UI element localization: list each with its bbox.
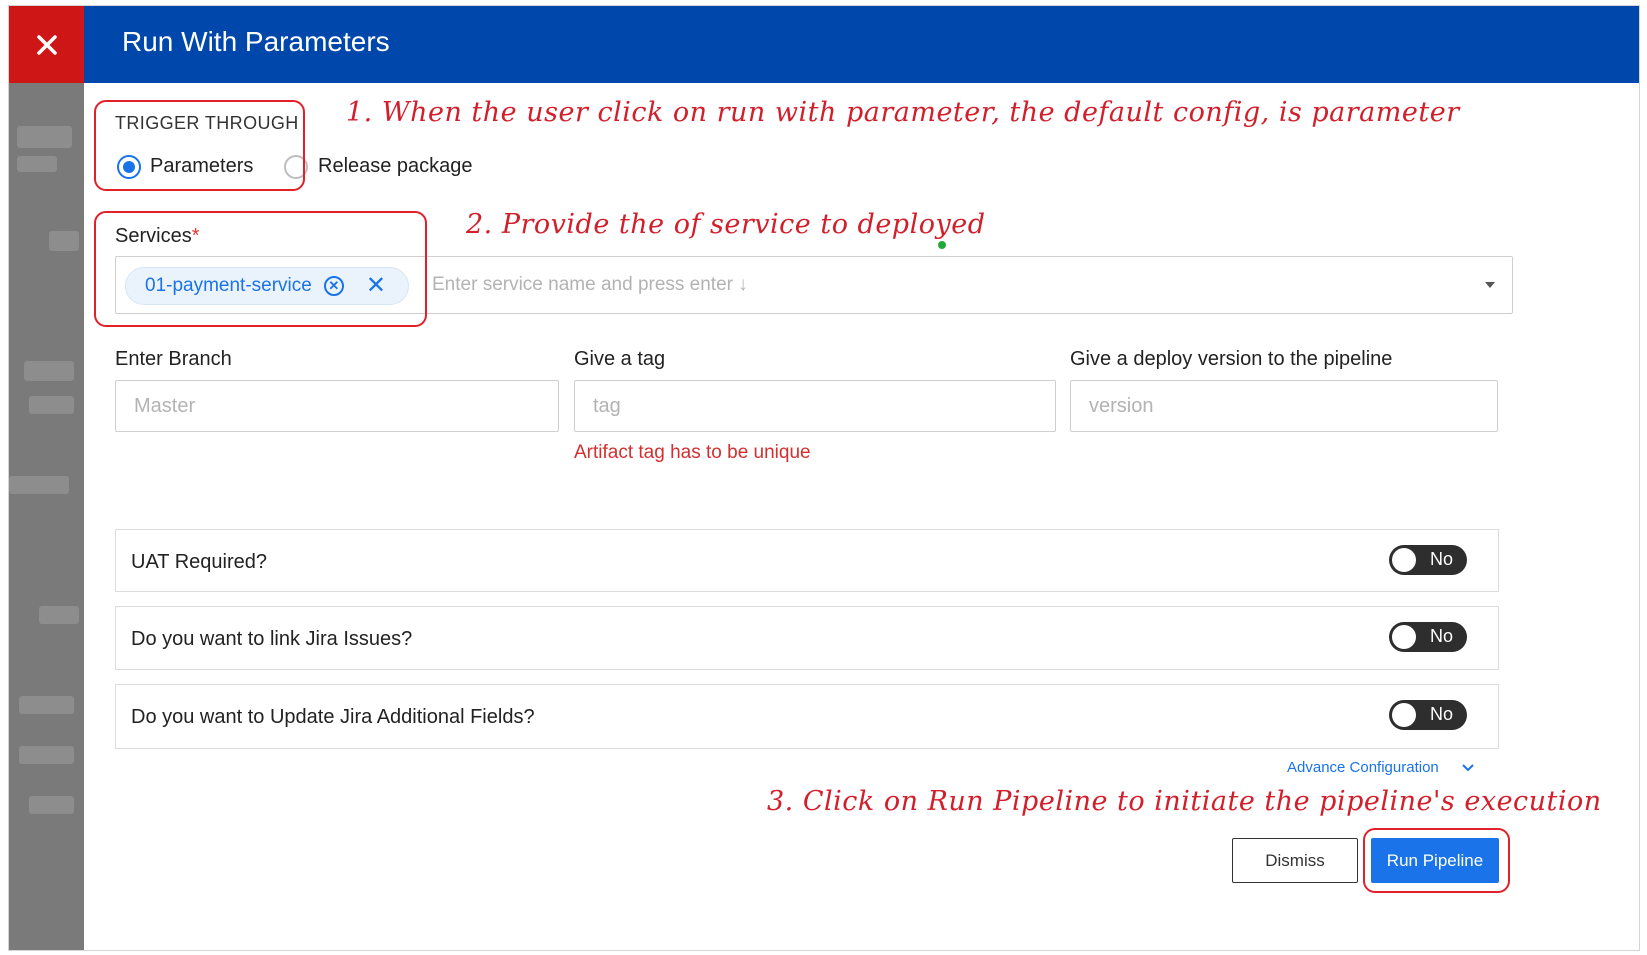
dialog-header: Run With Parameters: [84, 6, 1639, 83]
tag-field[interactable]: [574, 380, 1056, 432]
toggle-knob: [1392, 703, 1416, 727]
toggle-label-uat: UAT Required?: [131, 551, 267, 573]
annotation-2: 2. Provide the of service to deployed: [466, 209, 986, 240]
toggle-label-jira-link: Do you want to link Jira Issues?: [131, 628, 413, 650]
radio-release-package-label[interactable]: Release package: [318, 155, 473, 178]
toggle-row-jira-link: Do you want to link Jira Issues? No: [115, 606, 1499, 670]
tag-input[interactable]: [575, 381, 1055, 431]
advance-configuration-label: Advance Configuration: [1287, 759, 1439, 776]
chevron-down-icon: [1462, 763, 1474, 771]
version-field[interactable]: [1070, 380, 1498, 432]
toggle-label-jira-fields: Do you want to Update Jira Additional Fi…: [131, 706, 535, 728]
dialog-body: TRIGGER THROUGH Parameters Release packa…: [84, 83, 1639, 950]
toggle-uat[interactable]: No: [1389, 545, 1467, 575]
annotation-box-run: [1363, 828, 1510, 893]
toggle-jira-link[interactable]: No: [1389, 622, 1467, 652]
branch-label: Enter Branch: [115, 348, 232, 370]
toggle-knob: [1392, 548, 1416, 572]
toggle-value: No: [1429, 549, 1453, 569]
toggle-knob: [1392, 625, 1416, 649]
dialog-title: Run With Parameters: [122, 26, 390, 57]
annotation-1: 1. When the user click on run with param…: [346, 97, 1460, 128]
toggle-row-uat: UAT Required? No: [115, 529, 1499, 592]
version-label: Give a deploy version to the pipeline: [1070, 348, 1393, 370]
modal-window: Run With Parameters TRIGGER THROUGH Para…: [8, 5, 1640, 951]
close-button[interactable]: [9, 6, 84, 83]
version-input[interactable]: [1071, 381, 1497, 431]
branch-input[interactable]: [116, 381, 558, 431]
dropdown-caret-icon[interactable]: [1485, 282, 1495, 288]
dismiss-button[interactable]: Dismiss: [1232, 838, 1358, 883]
advance-configuration-link[interactable]: Advance Configuration: [1287, 759, 1474, 776]
branch-field[interactable]: [115, 380, 559, 432]
background-overlay: [9, 6, 84, 950]
cursor-dot: [938, 241, 946, 249]
annotation-box-services: [94, 211, 427, 327]
tag-label: Give a tag: [574, 348, 666, 370]
services-input[interactable]: [416, 257, 1456, 313]
toggle-value: No: [1429, 704, 1453, 724]
toggle-row-jira-fields: Do you want to Update Jira Additional Fi…: [115, 684, 1499, 749]
tag-error: Artifact tag has to be unique: [574, 442, 811, 463]
annotation-box-trigger: [94, 100, 305, 191]
toggle-value: No: [1429, 626, 1453, 646]
annotation-3: 3. Click on Run Pipeline to initiate the…: [767, 786, 1602, 817]
close-icon: [36, 34, 57, 55]
toggle-jira-fields[interactable]: No: [1389, 700, 1467, 730]
